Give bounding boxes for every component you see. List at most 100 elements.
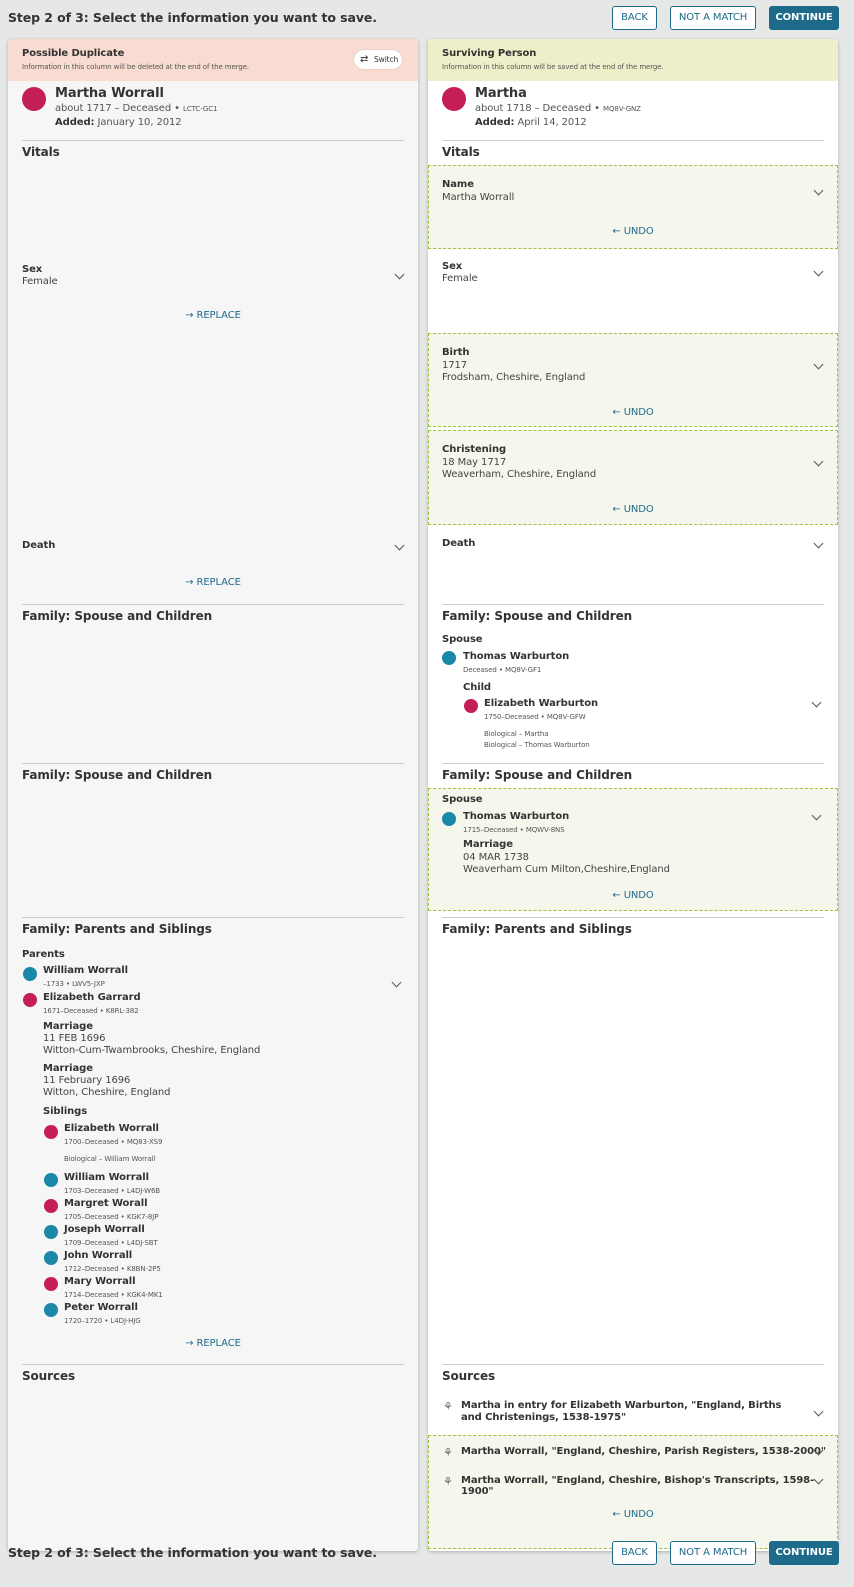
christening-label: Christening [442, 444, 507, 455]
surviving-person-column: Surviving Person Information in this col… [428, 39, 838, 1551]
source-title[interactable]: Martha in entry for Elizabeth Warburton,… [461, 1400, 791, 1424]
family-spouse-heading: Family: Spouse and Children [442, 763, 824, 782]
female-avatar-icon [23, 993, 37, 1007]
not-a-match-button[interactable]: NOT A MATCH [670, 6, 756, 30]
spouse-meta: 1715–Deceased • MQWV-8NS [463, 826, 565, 834]
parent-meta: –1733 • LWV5-JXP [43, 980, 105, 988]
marriage-label: Marriage [43, 1021, 93, 1032]
marriage-place: Witton, Cheshire, England [43, 1087, 171, 1098]
sex-label: Sex [442, 261, 463, 272]
spouse-name[interactable]: Thomas Warburton [463, 651, 569, 662]
tree-icon: ⚘ [443, 1475, 453, 1488]
person-name[interactable]: Martha Worrall [55, 86, 164, 101]
sibling-relationship: Biological – William Worrall [64, 1155, 156, 1163]
marriage-date: 11 FEB 1696 [43, 1033, 106, 1044]
replace-parents-button[interactable]: → REPLACE [178, 1338, 248, 1349]
female-avatar-icon [22, 87, 46, 111]
person-added: Added: April 14, 2012 [475, 117, 587, 128]
male-avatar-icon [23, 967, 37, 981]
parents-label: Parents [22, 949, 65, 960]
marriage-place: Witton-Cum-Twambrooks, Cheshire, England [43, 1045, 261, 1056]
child-name[interactable]: Elizabeth Warburton [484, 698, 598, 709]
sibling-name[interactable]: Peter Worrall [64, 1302, 138, 1313]
undo-sources-button[interactable]: ← UNDO [598, 1509, 668, 1520]
sex-value: Female [442, 273, 478, 284]
birth-date: 1717 [442, 360, 468, 371]
marriage-date: 04 MAR 1738 [463, 852, 529, 863]
sibling-name[interactable]: William Worrall [64, 1172, 149, 1183]
duplicate-subtitle: Information in this column will be delet… [22, 63, 250, 71]
person-lifespan: about 1717 – Deceased • LCTC-GC1 [55, 103, 218, 114]
undo-birth-button[interactable]: ← UNDO [598, 407, 668, 418]
person-lifespan: about 1718 – Deceased • MQ8V-GNZ [475, 103, 641, 114]
parent-meta: 1671–Deceased • K8RL-382 [43, 1007, 139, 1015]
vitals-heading: Vitals [442, 140, 824, 159]
replace-death-button[interactable]: → REPLACE [178, 577, 248, 588]
female-avatar-icon [44, 1277, 58, 1291]
source-title[interactable]: Martha Worrall, "England, Cheshire, Bish… [461, 1475, 838, 1497]
spouse-label: Spouse [442, 794, 483, 805]
step-title: Step 2 of 3: Select the information you … [8, 10, 377, 25]
tree-icon: ⚘ [443, 1446, 453, 1459]
replace-sex-button[interactable]: → REPLACE [178, 310, 248, 321]
undo-name-button[interactable]: ← UNDO [598, 226, 668, 237]
chevron-down-icon[interactable] [813, 538, 824, 549]
male-avatar-icon [442, 812, 456, 826]
undo-spouse-button[interactable]: ← UNDO [598, 890, 668, 901]
sources-heading: Sources [442, 1364, 824, 1383]
sibling-meta: 1720–1720 • L4DJ-HJG [64, 1317, 141, 1325]
marriage-label: Marriage [463, 839, 513, 850]
family-parents-heading: Family: Parents and Siblings [22, 917, 404, 936]
sibling-meta: 1709–Deceased • L4DJ-SBT [64, 1239, 158, 1247]
surviving-subtitle: Information in this column will be saved… [442, 63, 664, 71]
spouse-name[interactable]: Thomas Warburton [463, 811, 569, 822]
undo-christening-button[interactable]: ← UNDO [598, 504, 668, 515]
step-title: Step 2 of 3: Select the information you … [8, 1545, 377, 1560]
sibling-name[interactable]: John Worrall [64, 1250, 132, 1261]
marriage-place: Weaverham Cum Milton,Cheshire,England [463, 864, 670, 875]
chevron-down-icon[interactable] [813, 266, 824, 277]
parent-name[interactable]: Elizabeth Garrard [43, 992, 141, 1003]
christening-place: Weaverham, Cheshire, England [442, 469, 597, 480]
sibling-meta: 1705–Deceased • KGK7-8JP [64, 1213, 159, 1221]
parent-name[interactable]: William Worrall [43, 965, 128, 976]
child-meta: 1750–Deceased • MQ8V-GFW [484, 713, 586, 721]
family-spouse-heading: Family: Spouse and Children [442, 604, 824, 623]
chevron-down-icon[interactable] [811, 697, 822, 708]
back-button[interactable]: BACK [612, 6, 657, 30]
sources-heading: Sources [22, 1364, 404, 1383]
continue-button[interactable]: CONTINUE [769, 6, 839, 30]
spouse-label: Spouse [442, 634, 483, 645]
continue-button[interactable]: CONTINUE [769, 1541, 839, 1565]
switch-label: Switch [374, 55, 399, 64]
surviving-title: Surviving Person [442, 48, 537, 59]
person-name[interactable]: Martha [475, 86, 527, 101]
sibling-name[interactable]: Elizabeth Worrall [64, 1123, 159, 1134]
back-button[interactable]: BACK [612, 1541, 657, 1565]
chevron-down-icon[interactable] [394, 269, 405, 280]
sibling-name[interactable]: Margret Worall [64, 1198, 148, 1209]
sibling-name[interactable]: Mary Worrall [64, 1276, 136, 1287]
sibling-meta: 1700–Deceased • MQ83-XS9 [64, 1138, 163, 1146]
female-avatar-icon [464, 699, 478, 713]
source-title[interactable]: Martha Worrall, "England, Cheshire, Pari… [461, 1446, 826, 1457]
child-relationship: Biological – Thomas Warburton [484, 741, 590, 749]
chevron-down-icon[interactable] [391, 977, 402, 988]
child-label: Child [463, 682, 491, 693]
male-avatar-icon [44, 1225, 58, 1239]
male-avatar-icon [44, 1303, 58, 1317]
surviving-header: Surviving Person Information in this col… [428, 39, 838, 81]
chevron-down-icon[interactable] [813, 1406, 824, 1417]
female-avatar-icon [442, 87, 466, 111]
spouse-meta: Deceased • MQ8V-GF1 [463, 666, 542, 674]
possible-duplicate-column: Possible Duplicate Information in this c… [8, 39, 418, 1551]
sex-label: Sex [22, 264, 43, 275]
chevron-down-icon[interactable] [394, 540, 405, 551]
birth-place: Frodsham, Cheshire, England [442, 372, 586, 383]
sibling-name[interactable]: Joseph Worrall [64, 1224, 145, 1235]
child-relationship: Biological – Martha [484, 730, 549, 738]
not-a-match-button[interactable]: NOT A MATCH [670, 1541, 756, 1565]
sibling-meta: 1712–Deceased • K8BN-2P5 [64, 1265, 161, 1273]
switch-button[interactable]: ⇄ Switch [354, 50, 402, 69]
vitals-heading: Vitals [22, 140, 404, 159]
